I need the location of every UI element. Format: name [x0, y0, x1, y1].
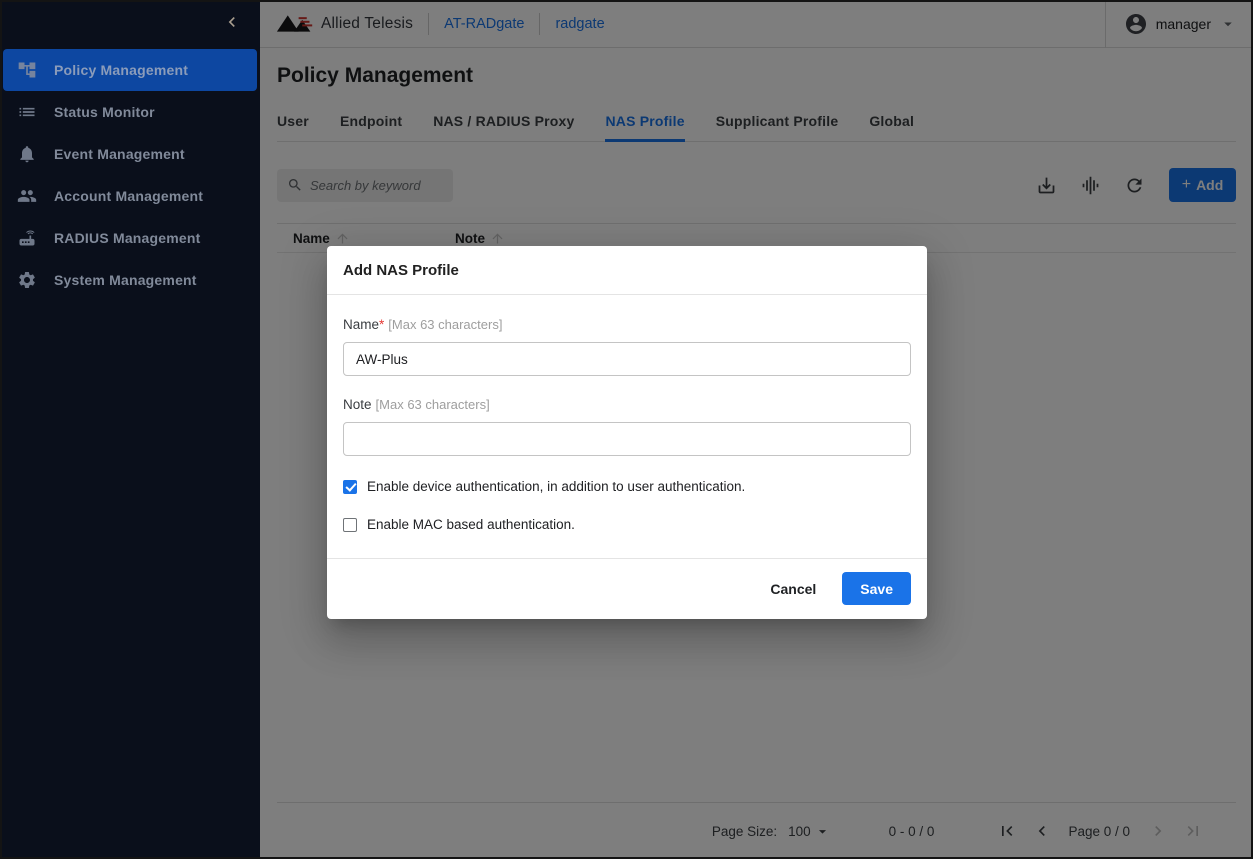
sidebar-item-label: Account Management [54, 188, 203, 204]
sidebar-item-account-management[interactable]: Account Management [3, 175, 257, 217]
sidebar-header [0, 0, 260, 48]
sidebar-item-policy-management[interactable]: Policy Management [3, 49, 257, 91]
note-input[interactable] [343, 422, 911, 456]
save-button[interactable]: Save [842, 572, 911, 605]
name-field-group: Name* [Max 63 characters] [343, 316, 911, 376]
note-max-length-hint: [Max 63 characters] [376, 397, 490, 412]
sidebar-item-label: Event Management [54, 146, 185, 162]
chevron-left-icon [222, 12, 242, 37]
device-authentication-label: Enable device authentication, in additio… [367, 479, 745, 494]
checkbox-checked-icon[interactable] [343, 480, 357, 494]
sidebar-nav: Policy Management Status Monitor Event M… [0, 49, 260, 301]
name-max-length-hint: [Max 63 characters] [388, 317, 502, 332]
note-label: Note [343, 397, 372, 412]
note-field-group: Note [Max 63 characters] [343, 396, 911, 456]
dialog-body: Name* [Max 63 characters] Note [Max 63 cha… [327, 295, 927, 532]
people-icon [17, 186, 37, 206]
required-asterisk: * [379, 317, 384, 332]
dialog-header: Add NAS Profile [327, 246, 927, 295]
name-label: Name [343, 317, 379, 332]
sidebar-item-system-management[interactable]: System Management [3, 259, 257, 301]
policy-tree-icon [17, 60, 37, 80]
name-input[interactable] [343, 342, 911, 376]
list-icon [17, 102, 37, 122]
router-icon [17, 228, 37, 248]
dialog-title: Add NAS Profile [343, 262, 459, 279]
app-window: Policy Management Status Monitor Event M… [0, 0, 1253, 859]
sidebar-item-label: Status Monitor [54, 104, 155, 120]
sidebar-item-status-monitor[interactable]: Status Monitor [3, 91, 257, 133]
sidebar-item-radius-management[interactable]: RADIUS Management [3, 217, 257, 259]
cancel-button[interactable]: Cancel [756, 573, 830, 605]
dialog-footer: Cancel Save [327, 558, 927, 619]
sidebar-collapse-button[interactable] [220, 12, 244, 36]
checkbox-unchecked-icon[interactable] [343, 518, 357, 532]
sidebar: Policy Management Status Monitor Event M… [0, 0, 260, 859]
mac-authentication-label: Enable MAC based authentication. [367, 517, 575, 532]
mac-authentication-checkbox-row[interactable]: Enable MAC based authentication. [343, 517, 911, 532]
device-authentication-checkbox-row[interactable]: Enable device authentication, in additio… [343, 479, 911, 494]
sidebar-item-label: System Management [54, 272, 197, 288]
add-nas-profile-dialog: Add NAS Profile Name* [Max 63 characters]… [327, 246, 927, 619]
sidebar-item-event-management[interactable]: Event Management [3, 133, 257, 175]
gear-icon [17, 270, 37, 290]
sidebar-item-label: Policy Management [54, 62, 188, 78]
sidebar-item-label: RADIUS Management [54, 230, 201, 246]
bell-icon [17, 144, 37, 164]
